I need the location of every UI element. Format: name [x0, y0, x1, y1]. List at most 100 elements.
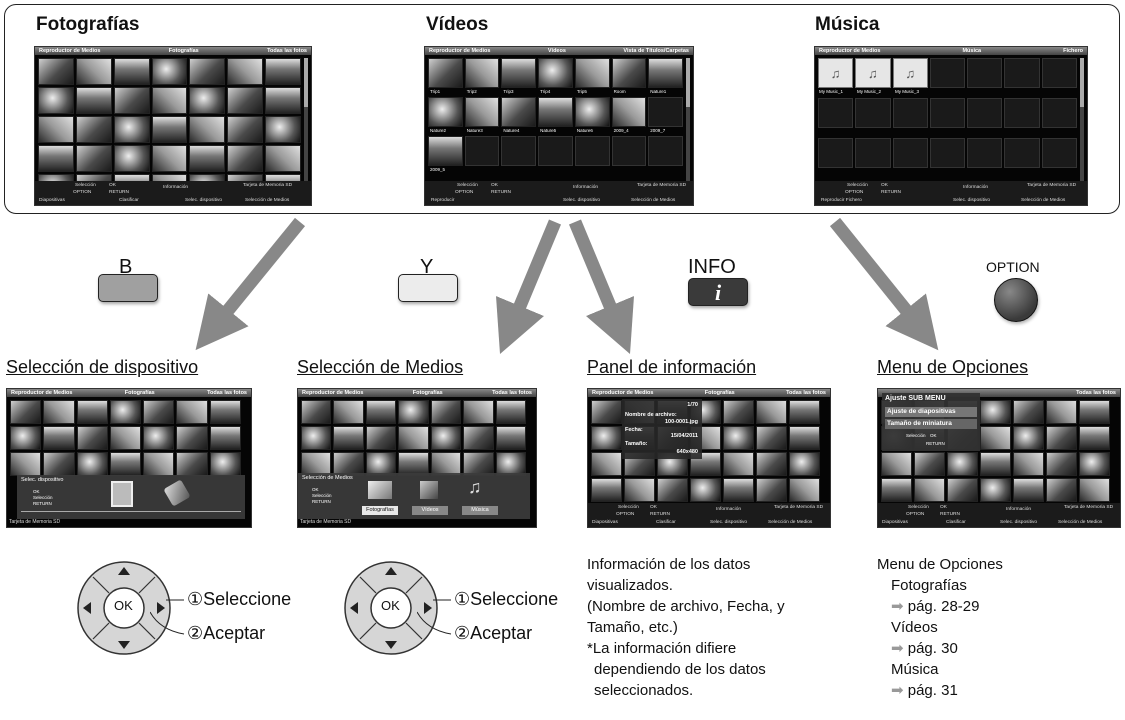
card-label: Tarjeta de Memoria SD — [9, 519, 61, 525]
options-music: Música — [891, 661, 939, 678]
foot-device: Selec. dispositivo — [710, 520, 748, 525]
panel-return: RETURN — [33, 501, 52, 506]
size-value: 640x480 — [676, 449, 698, 455]
header-mid: Fotografías — [704, 390, 735, 396]
header-left: Reproductor de Medios — [592, 390, 654, 396]
info-text-line: *La información difiere — [587, 640, 737, 657]
menu-item-slideshow[interactable]: Ajuste de diapositivas — [885, 407, 977, 417]
foot-sort: Clasificar — [656, 520, 676, 525]
dpad-2-callouts — [417, 599, 452, 635]
step-accept-1: ②Aceptar — [187, 623, 266, 643]
menu-item-thumb-size[interactable]: Tamaño de miniatura — [885, 419, 977, 429]
page-ref-videos[interactable]: pág. 30 — [908, 640, 958, 657]
arrow-right-icon: ➡ — [891, 598, 904, 615]
info-heading: Panel de información — [587, 357, 757, 377]
sd-card-icon[interactable] — [111, 481, 133, 507]
info-panel: 1/70 Nombre de archivo: 100-0001.jpg Fec… — [622, 399, 702, 459]
foot-select: Selección — [618, 505, 639, 510]
foot-media: Selección de Medios — [768, 520, 813, 525]
info-key-label: INFO — [688, 256, 736, 278]
arrow-device — [195, 217, 306, 351]
page-ref-music[interactable]: pág. 31 — [908, 682, 958, 699]
media-screen: Reproductor de Medios Fotografías Todas … — [297, 388, 537, 528]
screen-footer: Selección OK OPTION RETURN Información T… — [878, 503, 1120, 527]
option-button[interactable] — [994, 278, 1038, 322]
foot-info: Información — [1006, 507, 1032, 512]
info-text-line: visualizados. — [587, 577, 673, 594]
foot-card: Tarjeta de Memoria SD — [774, 505, 824, 510]
page-ref-photos[interactable]: pág. 28-29 — [908, 598, 980, 615]
media-panel: Selección de Medios OK Selección RETURN … — [298, 473, 530, 519]
dpad-1-callouts — [150, 599, 185, 635]
card-label: Tarjeta de Memoria SD — [300, 519, 352, 525]
filename-value: 100-0001.jpg — [664, 419, 698, 425]
header-right: Todas las fotos — [207, 390, 247, 396]
arrow-media — [496, 219, 561, 354]
options-screen: Todas las fotos Ajuste SUB MENU Ajuste d… — [877, 388, 1121, 528]
ok-button-label[interactable]: OK — [114, 598, 133, 613]
header-mid: Fotografías — [412, 390, 443, 396]
foot-media: Selección de Medios — [1058, 520, 1103, 525]
foot-slides: Diapositivas — [592, 520, 618, 525]
info-counter: 1/70 — [687, 402, 698, 408]
device-screen: Reproductor de Medios Fotografías Todas … — [6, 388, 252, 528]
info-text-line: (Nombre de archivo, Fecha, y — [587, 598, 785, 615]
y-button[interactable] — [398, 274, 458, 302]
header-mid: Fotografías — [124, 390, 155, 396]
info-button[interactable]: i — [688, 278, 748, 306]
arrow-options — [829, 217, 939, 351]
tab-photos[interactable]: Fotografías — [362, 506, 398, 515]
device-heading: Selección de dispositivo — [6, 357, 199, 377]
foot-option: OPTION — [906, 512, 925, 517]
foot-return: RETURN — [650, 512, 670, 517]
filename-label: Nombre de archivo: — [625, 412, 677, 418]
menu-return: RETURN — [926, 441, 945, 446]
header-left: Reproductor de Medios — [11, 390, 73, 396]
b-button[interactable] — [98, 274, 158, 302]
options-photos: Fotografías — [891, 577, 967, 594]
screen-header: Reproductor de Medios Fotografías Todas … — [298, 389, 536, 397]
panel-ok: OK — [312, 487, 319, 492]
panel-title: Selec. dispositivo — [21, 477, 64, 483]
menu-ok: OK — [930, 433, 937, 438]
panel-return: RETURN — [312, 499, 331, 504]
arrow-info — [569, 219, 634, 354]
step-select-2: ①Seleccione — [454, 589, 559, 609]
arrow-right-icon: ➡ — [891, 640, 904, 657]
screen-header: Reproductor de Medios Fotografías Todas … — [7, 389, 251, 397]
option-key-label: OPTION — [986, 259, 1040, 275]
panel-select: Selección — [312, 493, 332, 498]
foot-slides: Diapositivas — [882, 520, 908, 525]
info-description: Información de los datos visualizados. (… — [587, 554, 785, 701]
foot-card: Tarjeta de Memoria SD — [1064, 505, 1114, 510]
usb-icon[interactable] — [163, 479, 191, 507]
photos-media-icon — [368, 481, 392, 499]
foot-ok: OK — [940, 505, 947, 510]
ok-button-label[interactable]: OK — [381, 598, 400, 613]
foot-select: Selección — [908, 505, 929, 510]
info-icon: i — [714, 280, 722, 305]
info-text-line: seleccionados. — [594, 682, 694, 699]
videos-media-icon — [420, 481, 438, 499]
foot-sort: Clasificar — [946, 520, 966, 525]
info-screen: Reproductor de Medios Fotografías Todas … — [587, 388, 831, 528]
panel-ok: OK — [33, 489, 40, 494]
device-panel: Selec. dispositivo OK Selección RETURN — [17, 475, 245, 519]
tab-videos[interactable]: Vídeos — [412, 506, 448, 515]
info-text-line: Información de los datos — [587, 556, 751, 573]
panel-select: Selección — [33, 495, 53, 500]
foot-info: Información — [716, 507, 742, 512]
foot-device: Selec. dispositivo — [1000, 520, 1038, 525]
foot-return: RETURN — [940, 512, 960, 517]
options-text-title: Menu de Opciones — [877, 556, 1003, 573]
header-right: Todas las fotos — [1076, 390, 1116, 396]
size-label: Tamaño: — [625, 441, 648, 447]
panel-title: Selección de Medios — [302, 475, 353, 481]
date-label: Fecha: — [625, 427, 643, 433]
options-menu-title: Ajuste SUB MENU — [885, 395, 946, 402]
header-left: Reproductor de Medios — [302, 390, 364, 396]
screen-footer: Selección OK OPTION RETURN Información T… — [588, 503, 830, 527]
header-right: Todas las fotos — [492, 390, 532, 396]
tab-music[interactable]: Música — [462, 506, 498, 515]
music-media-icon: ♫ — [468, 477, 482, 497]
